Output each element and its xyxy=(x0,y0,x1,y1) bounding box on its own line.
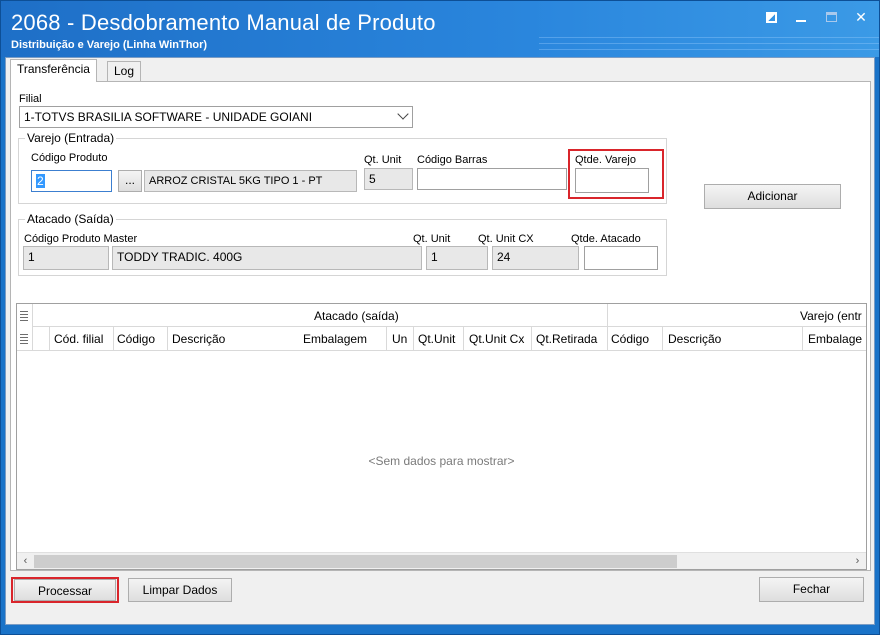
col-un[interactable]: Un xyxy=(392,332,407,346)
col-descricao-varejo[interactable]: Descrição xyxy=(668,332,721,346)
varejo-group-title: Varejo (Entrada) xyxy=(25,131,117,145)
limpar-dados-button[interactable]: Limpar Dados xyxy=(128,578,232,602)
window-title: 2068 - Desdobramento Manual de Produto xyxy=(11,10,436,35)
header-divider xyxy=(17,350,866,351)
close-icon[interactable]: ✕ xyxy=(853,9,869,25)
band-atacado-header[interactable]: Atacado (saída) xyxy=(314,309,399,323)
codigo-produto-value: 2 xyxy=(36,174,45,188)
qt-unit-cx-field: 24 xyxy=(492,246,579,270)
codigo-master-label: Código Produto Master xyxy=(24,233,138,245)
codigo-master-field: 1 xyxy=(23,246,109,270)
col-codigo-varejo[interactable]: Código xyxy=(611,332,649,346)
scroll-left-icon[interactable]: ‹ xyxy=(17,553,34,570)
tab-transferencia[interactable]: Transferência xyxy=(10,59,97,82)
codigo-barras-input[interactable] xyxy=(417,168,567,190)
grid-separator xyxy=(167,326,168,350)
grid-separator xyxy=(32,304,33,350)
application-window: 2068 - Desdobramento Manual de Produto D… xyxy=(0,0,880,635)
atacado-descricao-field: TODDY TRADIC. 400G xyxy=(112,246,422,270)
grid-empty-message: <Sem dados para mostrar> xyxy=(368,454,515,468)
filial-label: Filial xyxy=(19,93,42,105)
codigo-produto-input[interactable]: 2 xyxy=(31,170,112,192)
qtde-varejo-input[interactable] xyxy=(575,168,649,193)
filial-value: 1-TOTVS BRASILIA SOFTWARE - UNIDADE GOIA… xyxy=(24,110,313,124)
qtde-varejo-label: Qtde. Varejo xyxy=(575,154,636,166)
grid-separator xyxy=(386,326,387,350)
grid-separator xyxy=(113,326,114,350)
grid-separator xyxy=(531,326,532,350)
col-descricao-atacado[interactable]: Descrição xyxy=(172,332,225,346)
grid-separator xyxy=(607,304,608,350)
col-qt-retirada[interactable]: Qt.Retirada xyxy=(536,332,597,346)
atacado-qt-unit-label: Qt. Unit xyxy=(413,233,451,245)
col-qt-unit-cx[interactable]: Qt.Unit Cx xyxy=(469,332,524,346)
title-bar[interactable]: 2068 - Desdobramento Manual de Produto D… xyxy=(1,1,879,57)
minimize-icon[interactable] xyxy=(793,9,809,25)
grid-separator xyxy=(463,326,464,350)
atacado-qt-unit-field: 1 xyxy=(426,246,488,270)
tab-panel-transferencia: Filial 1-TOTVS BRASILIA SOFTWARE - UNIDA… xyxy=(10,81,871,571)
grid-separator xyxy=(662,326,663,350)
varejo-qt-unit-field: 5 xyxy=(364,168,413,190)
grid-separator xyxy=(49,326,50,350)
col-qt-unit[interactable]: Qt.Unit xyxy=(418,332,455,346)
grid-separator xyxy=(413,326,414,350)
qtde-atacado-label: Qtde. Atacado xyxy=(571,233,641,245)
atacado-group-title: Atacado (Saída) xyxy=(25,212,116,226)
col-codigo-atacado[interactable]: Código xyxy=(117,332,155,346)
window-subtitle: Distribuição e Varejo (Linha WinThor) xyxy=(11,39,208,51)
scrollbar-thumb[interactable] xyxy=(34,555,677,568)
band-varejo-header[interactable]: Varejo (entr xyxy=(800,309,862,323)
transfer-grid[interactable]: Atacado (saída) Varejo (entr Cód. filial… xyxy=(16,303,867,570)
chevron-down-icon[interactable] xyxy=(397,108,409,120)
varejo-qt-unit-label: Qt. Unit xyxy=(364,154,402,166)
codigo-produto-label: Código Produto xyxy=(31,152,108,164)
fechar-button[interactable]: Fechar xyxy=(759,577,864,602)
column-chooser-icon[interactable] xyxy=(20,311,28,321)
col-embalagem-atacado[interactable]: Embalagem xyxy=(303,332,367,346)
col-cod-filial[interactable]: Cód. filial xyxy=(54,332,103,346)
tab-log[interactable]: Log xyxy=(107,61,142,82)
qtde-atacado-input[interactable] xyxy=(584,246,658,270)
restore-icon[interactable] xyxy=(763,9,779,25)
title-bar-decoration xyxy=(539,37,879,55)
qt-unit-cx-label: Qt. Unit CX xyxy=(478,233,534,245)
processar-button[interactable]: Processar xyxy=(14,579,116,601)
band-divider xyxy=(32,326,866,327)
window-client: Transferência Log Filial 1-TOTVS BRASILI… xyxy=(5,57,875,625)
browse-produto-button[interactable]: ... xyxy=(118,170,142,192)
col-embalagem-varejo[interactable]: Embalage xyxy=(808,332,862,346)
varejo-descricao-field: ARROZ CRISTAL 5KG TIPO 1 - PT xyxy=(144,170,357,192)
maximize-icon[interactable] xyxy=(823,9,839,25)
row-indicator-icon xyxy=(20,334,28,344)
horizontal-scrollbar[interactable]: ‹ › xyxy=(17,552,866,569)
grid-separator xyxy=(802,326,803,350)
adicionar-button[interactable]: Adicionar xyxy=(704,184,841,209)
scroll-right-icon[interactable]: › xyxy=(849,553,866,570)
codigo-barras-label: Código Barras xyxy=(417,154,488,166)
filial-select[interactable]: 1-TOTVS BRASILIA SOFTWARE - UNIDADE GOIA… xyxy=(19,106,413,128)
